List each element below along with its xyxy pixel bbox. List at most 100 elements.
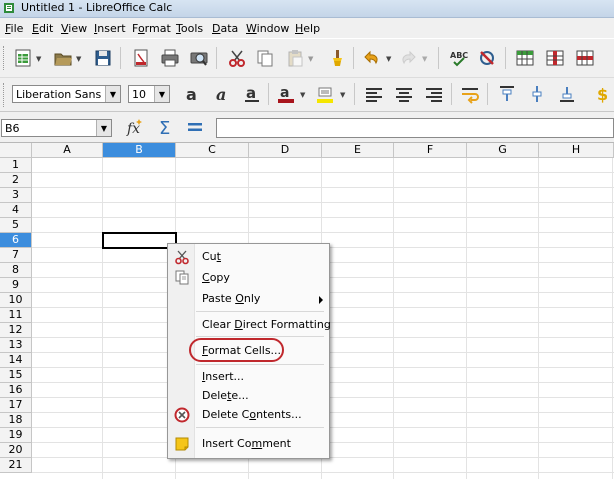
new-document-button[interactable] <box>12 47 34 69</box>
chevron-down-icon[interactable]: ▼ <box>154 86 169 102</box>
row-header-18[interactable]: 18 <box>0 413 32 428</box>
row-header-1[interactable]: 1 <box>0 158 32 173</box>
row-header-8[interactable]: 8 <box>0 263 32 278</box>
spelling-button[interactable]: ABC <box>448 47 470 69</box>
toolbar-grip[interactable] <box>3 46 7 70</box>
menu-item-delete-contents[interactable]: Delete Contents... <box>202 408 302 421</box>
menu-item-delete[interactable]: Delete... <box>202 389 249 402</box>
cut-button[interactable] <box>226 47 248 69</box>
undo-button[interactable] <box>361 47 383 69</box>
column-header-g[interactable]: G <box>467 143 539 158</box>
font-color-button[interactable]: a <box>275 83 297 105</box>
toolbar-grip[interactable] <box>3 83 7 107</box>
row-header-11[interactable]: 11 <box>0 308 32 323</box>
export-pdf-button[interactable] <box>130 47 152 69</box>
row-header-14[interactable]: 14 <box>0 353 32 368</box>
font-color-dropdown-arrow-icon[interactable]: ▼ <box>300 92 306 99</box>
menu-data[interactable]: Data <box>212 22 238 35</box>
menu-item-clear-direct-formatting[interactable]: Clear Direct Formatting <box>202 318 331 331</box>
new-dropdown-arrow-icon[interactable]: ▼ <box>36 56 42 63</box>
column-header-c[interactable]: C <box>176 143 249 158</box>
menu-tools[interactable]: Tools <box>176 22 203 35</box>
row-header-19[interactable]: 19 <box>0 428 32 443</box>
row-header-6[interactable]: 6 <box>0 233 32 248</box>
sum-button[interactable]: Σ <box>154 116 176 138</box>
print-preview-button[interactable] <box>188 47 210 69</box>
align-bottom-button[interactable] <box>556 83 578 105</box>
menu-item-paste-only[interactable]: Paste Only <box>202 292 260 305</box>
font-size-combo[interactable]: 10 ▼ <box>128 85 170 103</box>
column-header-f[interactable]: F <box>394 143 467 158</box>
wrap-text-icon <box>462 88 479 104</box>
open-button[interactable] <box>52 47 74 69</box>
menu-window[interactable]: Window <box>246 22 289 35</box>
bold-button[interactable]: a <box>181 83 203 105</box>
menu-file[interactable]: File <box>5 22 23 35</box>
column-header-b[interactable]: B <box>103 143 176 158</box>
rows-columns-button[interactable] <box>514 47 536 69</box>
row-header-4[interactable]: 4 <box>0 203 32 218</box>
clone-formatting-button[interactable] <box>326 47 348 69</box>
row-header-10[interactable]: 10 <box>0 293 32 308</box>
align-right-button[interactable] <box>423 83 445 105</box>
menu-item-cut[interactable]: Cut <box>202 250 221 263</box>
row-header-2[interactable]: 2 <box>0 173 32 188</box>
menu-view[interactable]: View <box>61 22 87 35</box>
highlight-dropdown-arrow-icon[interactable]: ▼ <box>340 92 346 99</box>
row-header-3[interactable]: 3 <box>0 188 32 203</box>
column-header-e[interactable]: E <box>322 143 394 158</box>
redo-dropdown-arrow-icon[interactable]: ▼ <box>422 56 428 63</box>
align-center-button[interactable] <box>393 83 415 105</box>
undo-dropdown-arrow-icon[interactable]: ▼ <box>386 56 392 63</box>
menu-format[interactable]: Format <box>132 22 171 35</box>
row-header-13[interactable]: 13 <box>0 338 32 353</box>
print-button[interactable] <box>159 47 181 69</box>
menu-item-insert-comment[interactable]: Insert Comment <box>202 437 291 450</box>
formula-button[interactable] <box>184 116 206 138</box>
wrap-text-button[interactable] <box>459 83 481 105</box>
row-header-20[interactable]: 20 <box>0 443 32 458</box>
row-header-5[interactable]: 5 <box>0 218 32 233</box>
chevron-down-icon[interactable]: ▼ <box>96 120 111 136</box>
row-header-12[interactable]: 12 <box>0 323 32 338</box>
highlighting-button[interactable] <box>314 83 336 105</box>
row-header-17[interactable]: 17 <box>0 398 32 413</box>
paste-dropdown-arrow-icon[interactable]: ▼ <box>308 56 314 63</box>
formula-input[interactable] <box>216 118 614 138</box>
function-wizard-button[interactable]: fx <box>124 116 146 138</box>
column-header-d[interactable]: D <box>249 143 322 158</box>
insert-columns-button[interactable] <box>544 47 566 69</box>
underline-button[interactable]: a <box>241 83 263 105</box>
row-header-7[interactable]: 7 <box>0 248 32 263</box>
italic-button[interactable]: a <box>211 83 233 105</box>
currency-format-button[interactable]: $ <box>592 83 614 105</box>
cell-cursor-b6[interactable] <box>102 232 177 249</box>
folder-open-icon <box>54 53 72 66</box>
chevron-down-icon[interactable]: ▼ <box>105 86 120 102</box>
column-header-h[interactable]: H <box>539 143 614 158</box>
row-header-21[interactable]: 21 <box>0 458 32 473</box>
align-top-button[interactable] <box>496 83 518 105</box>
row-header-9[interactable]: 9 <box>0 278 32 293</box>
autospellcheck-button[interactable] <box>476 47 498 69</box>
column-header-a[interactable]: A <box>32 143 103 158</box>
copy-button[interactable] <box>254 47 276 69</box>
name-box[interactable]: B6 ▼ <box>1 119 112 137</box>
paste-button[interactable] <box>284 47 306 69</box>
menu-insert[interactable]: Insert <box>94 22 126 35</box>
align-vertical-center-button[interactable] <box>526 83 548 105</box>
spellcheck-icon: ABC <box>450 51 468 67</box>
align-left-button[interactable] <box>363 83 385 105</box>
redo-button[interactable] <box>397 47 419 69</box>
menu-item-copy[interactable]: Copy <box>202 271 230 284</box>
row-header-16[interactable]: 16 <box>0 383 32 398</box>
select-all-corner[interactable] <box>0 143 32 158</box>
open-dropdown-arrow-icon[interactable]: ▼ <box>76 56 82 63</box>
insert-rows-button[interactable] <box>574 47 596 69</box>
font-name-combo[interactable]: Liberation Sans ▼ <box>12 85 121 103</box>
menu-edit[interactable]: Edit <box>32 22 53 35</box>
menu-item-insert[interactable]: Insert... <box>202 370 244 383</box>
row-header-15[interactable]: 15 <box>0 368 32 383</box>
save-button[interactable] <box>92 47 114 69</box>
menu-help[interactable]: Help <box>295 22 320 35</box>
